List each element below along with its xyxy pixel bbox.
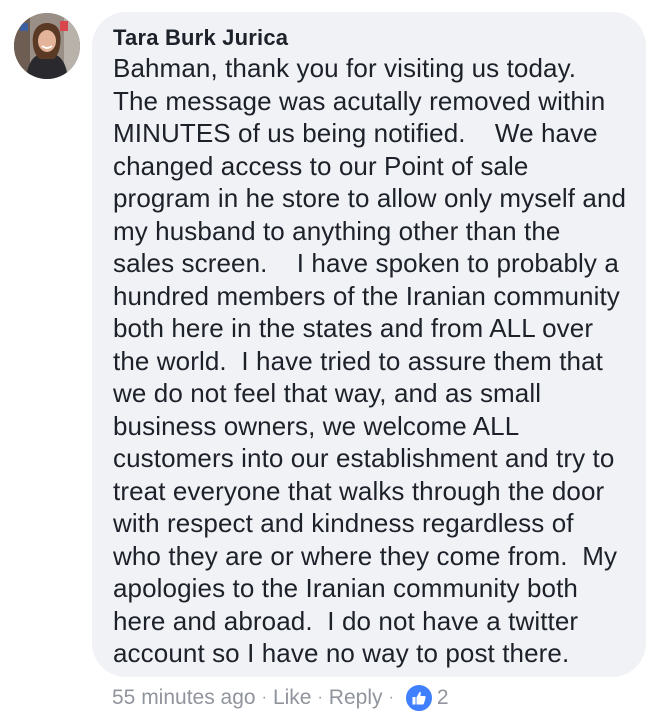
separator-dot: · — [317, 689, 323, 706]
comment-line: both here in the states and from ALL ove… — [113, 313, 594, 343]
author-name[interactable]: Tara Burk Jurica — [113, 24, 628, 52]
comment-line: treat everyone that walks through the do… — [113, 475, 605, 506]
reply-button[interactable]: Reply — [329, 686, 383, 710]
like-button[interactable]: Like — [273, 686, 312, 710]
separator-dot: · — [261, 689, 267, 706]
comment-line: MINUTES of us being notified. We have — [113, 118, 598, 148]
comment-line: apologies to the Iranian community both — [113, 573, 578, 603]
comment-line: The message was acutally removed within — [113, 85, 606, 116]
comment-line: program in he store to allow only myself… — [113, 183, 627, 213]
comment-line: here and abroad. I do not have a twitter — [113, 605, 579, 636]
comment-actions: 55 minutes ago · Like · Reply · 2 — [112, 683, 449, 713]
reaction-count[interactable]: 2 — [437, 686, 449, 710]
avatar-photo — [14, 13, 80, 79]
comment-line: the world. I have tried to assure them t… — [113, 345, 603, 376]
comment-line: changed access to our Point of sale — [113, 150, 529, 181]
comment-line: sales screen. I have spoken to probably … — [113, 248, 619, 278]
comment-bubble: Tara Burk Jurica Bahman, thank you for v… — [92, 12, 646, 677]
thumbs-up-icon[interactable] — [403, 683, 434, 713]
comment-line: business owners, we welcome ALL — [113, 410, 520, 441]
timestamp-link[interactable]: 55 minutes ago — [112, 686, 256, 710]
separator-dot: · — [388, 689, 394, 706]
comment-line: Bahman, thank you for visiting us today. — [113, 53, 577, 83]
comment-line: we do not feel that way, and as small — [113, 378, 542, 408]
comment-line: account so I have no way to post there. — [113, 638, 570, 668]
author-avatar[interactable] — [14, 13, 80, 79]
comment-line: my husband to anything other than the — [113, 215, 561, 246]
comment-line: who they are or where they come from. My — [113, 540, 618, 571]
comment-text: Bahman, thank you for visiting us today.… — [113, 52, 628, 670]
comment-line: hundred members of the Iranian community — [113, 280, 620, 311]
comment-line: with respect and kindness regardless of — [113, 508, 574, 538]
comment-line: customers into our establishment and try… — [113, 443, 615, 473]
